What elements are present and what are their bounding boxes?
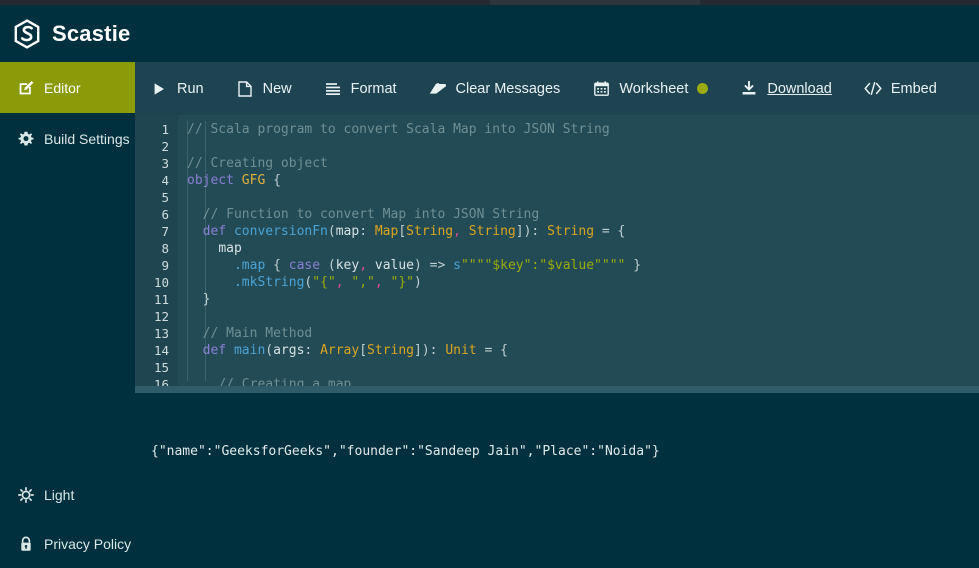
line-number: 2 <box>161 139 169 154</box>
embed-label: Embed <box>890 80 937 97</box>
download-arrow-icon <box>740 80 758 98</box>
scastie-hexagon-logo-icon <box>13 18 41 49</box>
line-number: 10 <box>153 275 169 290</box>
calendar-icon <box>592 80 610 98</box>
code-line: // Function to convert Map into JSON Str… <box>202 207 540 222</box>
play-triangle-icon <box>150 80 168 98</box>
sidebar-bottom-group: Light Privacy Policy <box>0 470 135 568</box>
line-number: 7 <box>161 224 169 239</box>
sidebar-item-light-theme[interactable]: Light <box>0 470 135 519</box>
code-content[interactable]: // Scala program to convert Scala Map in… <box>178 115 979 386</box>
sidebar-item-build-settings[interactable]: Build Settings <box>0 113 135 164</box>
sidebar-item-privacy-policy[interactable]: Privacy Policy <box>0 519 135 568</box>
eraser-icon <box>429 80 447 98</box>
sidebar-item-label: Light <box>44 486 75 503</box>
format-lines-icon <box>324 80 342 98</box>
edit-pencil-square-icon <box>17 79 34 96</box>
editor-toolbar: Run New Format Clear Messages Worksheet … <box>135 62 979 115</box>
download-button[interactable]: Download <box>740 80 832 98</box>
code-line: // Creating a map <box>218 377 352 386</box>
clear-messages-button[interactable]: Clear Messages <box>429 80 561 98</box>
console-output-panel: {"name":"GeeksforGeeks","founder":"Sande… <box>135 393 979 568</box>
sidebar: Editor Build Settings Light Privacy Poli… <box>0 62 135 568</box>
scrollbar-thumb[interactable] <box>135 386 979 393</box>
code-line: .mkString("{", ",", "}") <box>233 275 422 290</box>
line-number: 6 <box>161 207 169 222</box>
code-brackets-icon <box>864 80 882 98</box>
run-label: Run <box>177 80 204 97</box>
code-line: // Creating object <box>187 156 328 171</box>
format-label: Format <box>350 80 397 97</box>
line-number: 13 <box>153 326 169 341</box>
code-editor[interactable]: 1 2 3 4 5 6 7 8 9 10 11 12 13 14 15 16 /… <box>135 115 979 386</box>
code-line: // Main Method <box>202 326 313 341</box>
gear-icon <box>17 130 34 147</box>
line-number: 16 <box>153 377 169 386</box>
file-page-icon <box>236 80 254 98</box>
format-button[interactable]: Format <box>324 80 397 98</box>
code-line: .map { case (key, value) => s""""$key":"… <box>233 258 642 273</box>
lock-icon <box>17 535 34 552</box>
line-number: 15 <box>153 360 169 375</box>
sidebar-item-editor[interactable]: Editor <box>0 62 135 113</box>
code-line: def main(args: Array[String]): Unit = { <box>202 343 508 358</box>
worksheet-toggle[interactable]: Worksheet <box>592 80 709 98</box>
line-number: 9 <box>161 258 169 273</box>
new-button[interactable]: New <box>236 80 292 98</box>
code-line: map <box>218 241 242 256</box>
line-number: 12 <box>153 309 169 324</box>
code-line: // Scala program to convert Scala Map in… <box>187 122 610 137</box>
download-label: Download <box>767 80 832 97</box>
line-number-gutter: 1 2 3 4 5 6 7 8 9 10 11 12 13 14 15 16 <box>135 115 178 386</box>
new-label: New <box>262 80 292 97</box>
line-number: 8 <box>161 241 169 256</box>
run-button[interactable]: Run <box>150 80 204 98</box>
line-number: 3 <box>161 156 169 171</box>
line-number: 4 <box>161 173 169 188</box>
sidebar-item-label: Build Settings <box>44 130 130 147</box>
code-line: object GFG { <box>187 173 281 188</box>
app-title: Scastie <box>52 20 131 46</box>
code-line: def conversionFn(map: Map[String, String… <box>202 224 626 239</box>
code-line: } <box>202 292 211 307</box>
line-number: 5 <box>161 190 169 205</box>
embed-button[interactable]: Embed <box>864 80 937 98</box>
worksheet-label: Worksheet <box>619 80 689 97</box>
clear-messages-label: Clear Messages <box>455 80 561 97</box>
sidebar-item-label: Privacy Policy <box>44 535 132 552</box>
worksheet-status-indicator <box>697 83 709 94</box>
line-number: 11 <box>153 292 169 307</box>
sidebar-item-label: Editor <box>44 79 81 96</box>
sun-icon <box>17 486 34 503</box>
line-number: 1 <box>161 122 169 137</box>
scastie-app: Scastie Editor Build Settings Light Priv… <box>0 0 979 568</box>
app-header: Scastie <box>0 5 979 62</box>
output-text: {"name":"GeeksforGeeks","founder":"Sande… <box>151 444 660 459</box>
line-number: 14 <box>153 343 169 358</box>
editor-horizontal-scrollbar[interactable] <box>135 386 979 393</box>
